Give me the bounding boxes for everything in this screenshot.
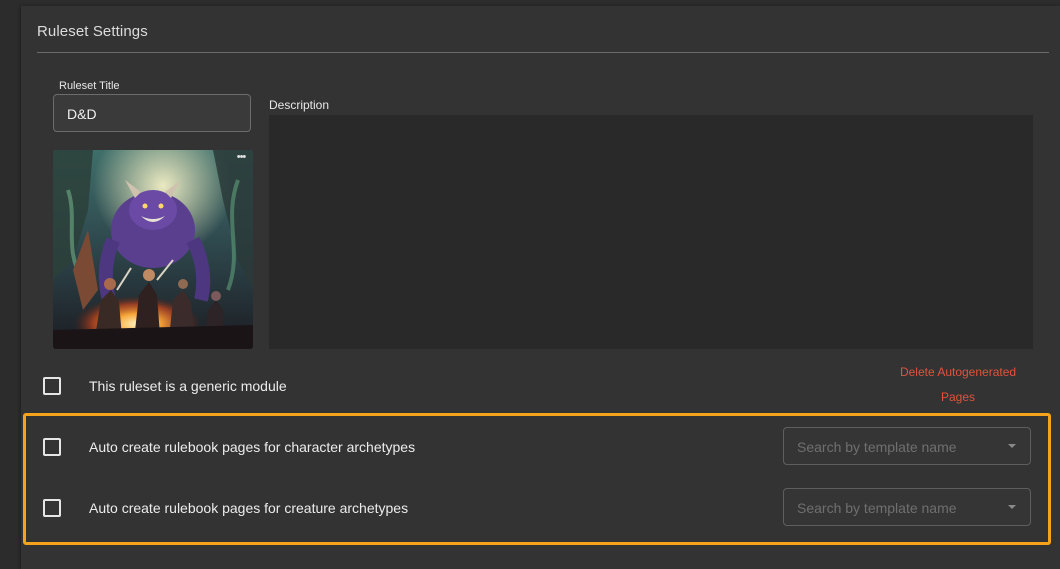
- page-background: Ruleset Settings Ruleset Title D&D ••• D…: [0, 0, 1060, 569]
- caret-down-icon: [1008, 444, 1016, 448]
- ruleset-cover-image[interactable]: •••: [53, 150, 253, 349]
- ruleset-title-label: Ruleset Title: [59, 80, 120, 92]
- generic-module-checkbox[interactable]: [43, 377, 61, 395]
- description-label: Description: [269, 98, 330, 112]
- delete-link-line2: Pages: [940, 390, 976, 404]
- ruleset-settings-panel: Ruleset Settings Ruleset Title D&D ••• D…: [21, 6, 1060, 569]
- title-divider: [37, 52, 1049, 53]
- creature-template-select[interactable]: Search by template name: [783, 488, 1031, 526]
- generic-module-label: This ruleset is a generic module: [89, 378, 287, 394]
- creature-archetypes-checkbox[interactable]: [43, 499, 61, 517]
- character-template-select[interactable]: Search by template name: [783, 427, 1031, 465]
- ruleset-title-input[interactable]: D&D: [53, 94, 251, 132]
- fantasy-battle-illustration: [53, 150, 253, 349]
- panel-title: Ruleset Settings: [37, 23, 148, 40]
- character-template-placeholder: Search by template name: [797, 439, 957, 455]
- ruleset-title-value: D&D: [67, 106, 97, 122]
- creature-archetypes-label: Auto create rulebook pages for creature …: [89, 500, 409, 516]
- character-archetypes-checkbox[interactable]: [43, 438, 61, 456]
- delete-autogenerated-pages-link[interactable]: Delete Autogenerated Pages: [881, 360, 1035, 410]
- description-textarea[interactable]: [269, 115, 1033, 349]
- creature-template-placeholder: Search by template name: [797, 500, 957, 516]
- more-horizontal-icon[interactable]: •••: [232, 152, 250, 165]
- delete-link-line1: Delete Autogenerated: [899, 365, 1017, 379]
- caret-down-icon: [1008, 505, 1016, 509]
- character-archetypes-label: Auto create rulebook pages for character…: [89, 439, 416, 455]
